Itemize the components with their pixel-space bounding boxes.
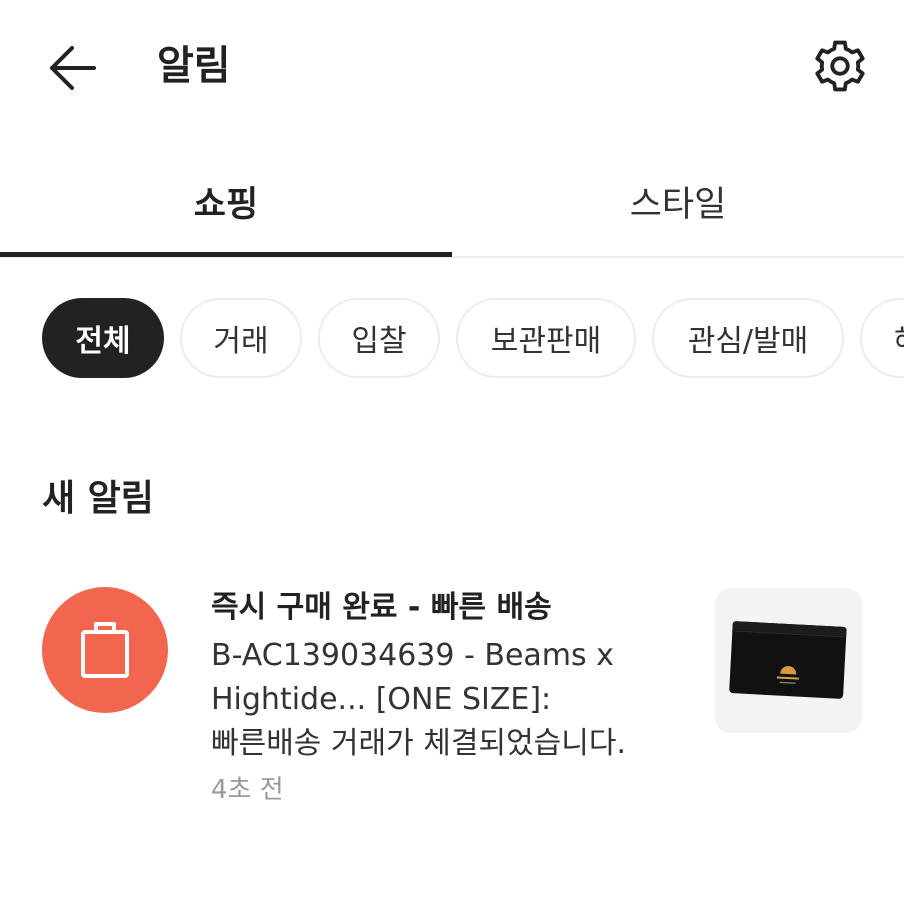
notification-body-line: B-AC139034639 - Beams x bbox=[211, 638, 614, 673]
notification-title: 즉시 구매 완료 - 빠른 배송 bbox=[211, 590, 552, 625]
product-thumbnail bbox=[715, 588, 862, 733]
filter-chip-all[interactable]: 전체 bbox=[42, 298, 164, 378]
tab-shopping[interactable]: 쇼핑 bbox=[0, 160, 452, 256]
active-tab-indicator bbox=[0, 252, 452, 257]
notifications-screen: 알림 쇼핑 스타일 전체 거래 입찰 보관판매 관심/발매 혜 새 알림 bbox=[0, 0, 904, 904]
back-button[interactable] bbox=[40, 36, 104, 100]
notification-body: B-AC139034639 - Beams x Hightide... [ONE… bbox=[211, 634, 691, 766]
page-title: 알림 bbox=[157, 43, 231, 89]
filter-chip-storage-sale[interactable]: 보관판매 bbox=[456, 298, 636, 378]
notification-timestamp: 4초 전 bbox=[211, 775, 284, 805]
notification-body-line: Hightide... [ONE SIZE]: bbox=[211, 682, 552, 717]
arrow-left-icon bbox=[50, 46, 96, 90]
tab-style[interactable]: 스타일 bbox=[452, 160, 904, 256]
gear-icon bbox=[815, 40, 865, 92]
filter-chip-interest-release[interactable]: 관심/발매 bbox=[652, 298, 844, 378]
filter-chip-row[interactable]: 전체 거래 입찰 보관판매 관심/발매 혜 bbox=[0, 298, 904, 380]
filter-chip-trade[interactable]: 거래 bbox=[180, 298, 302, 378]
notification-text: 즉시 구매 완료 - 빠른 배송 B-AC139034639 - Beams x… bbox=[211, 586, 691, 810]
tab-bar: 쇼핑 스타일 bbox=[0, 160, 904, 258]
section-title-new-notifications: 새 알림 bbox=[42, 478, 154, 519]
shopping-bag-icon bbox=[81, 622, 129, 678]
filter-chip-benefit[interactable]: 혜 bbox=[860, 298, 904, 378]
notification-type-badge bbox=[42, 587, 168, 713]
notification-item[interactable]: 즉시 구매 완료 - 빠른 배송 B-AC139034639 - Beams x… bbox=[0, 580, 904, 820]
app-header: 알림 bbox=[0, 0, 904, 135]
settings-button[interactable] bbox=[806, 32, 874, 100]
notification-body-line: 빠른배송 거래가 체결되었습니다. bbox=[211, 726, 627, 761]
card-wallet-image bbox=[715, 588, 862, 733]
filter-chip-bid[interactable]: 입찰 bbox=[318, 298, 440, 378]
